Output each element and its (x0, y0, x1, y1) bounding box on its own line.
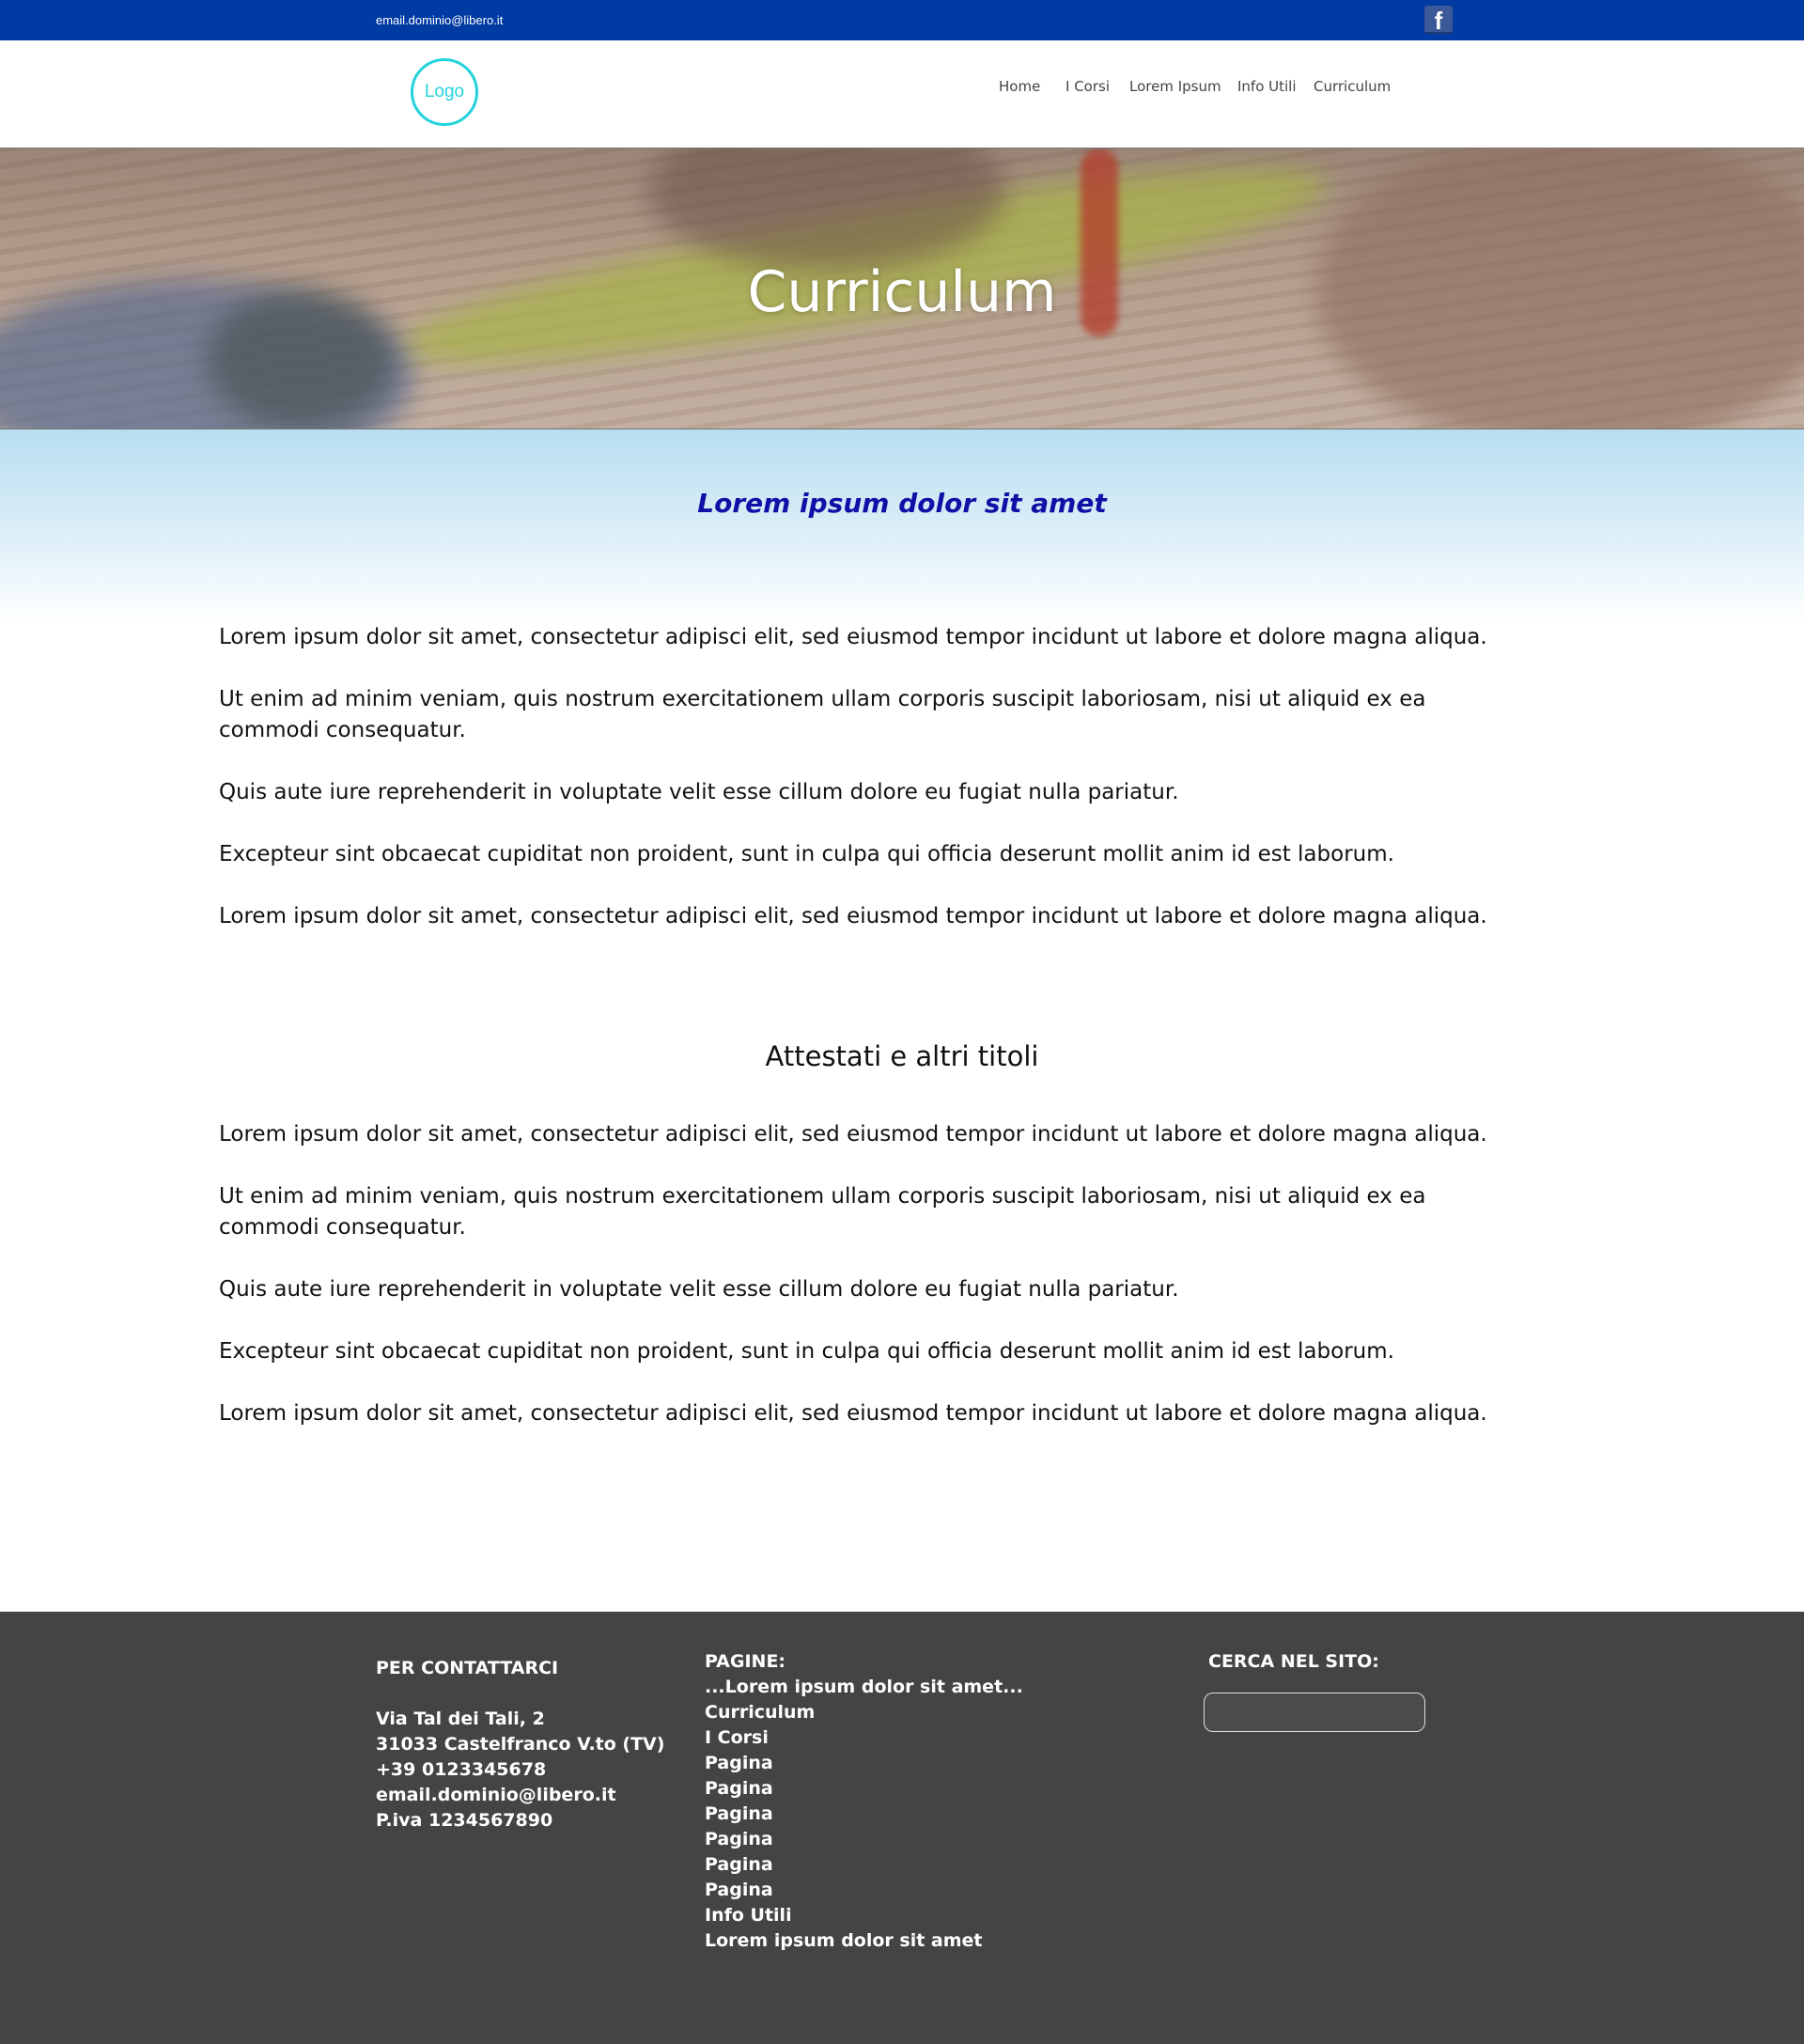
top-bar: email.dominio@libero.it f (0, 0, 1804, 40)
footer-address: Via Tal dei Tali, 2 (376, 1709, 545, 1729)
footer-search-input[interactable] (1204, 1693, 1425, 1732)
intro-text: Lorem ipsum dolor sit amet, consectetur … (219, 622, 1497, 963)
paragraph: Lorem ipsum dolor sit amet, consectetur … (219, 1401, 1487, 1426)
paragraph: Quis aute iure reprehenderit in voluptat… (219, 1277, 1179, 1302)
site-footer: PER CONTATTARCI Via Tal dei Tali, 2 3103… (0, 1612, 1804, 2044)
paragraph: Lorem ipsum dolor sit amet, consectetur … (219, 1122, 1487, 1147)
facebook-icon[interactable]: f (1424, 6, 1453, 35)
site-header: Logo Home I Corsi Lorem Ipsum Info Utili… (0, 40, 1804, 148)
paragraph: Quis aute iure reprehenderit in voluptat… (219, 780, 1179, 804)
hero-title: Curriculum (747, 259, 1057, 325)
paragraph: Lorem ipsum dolor sit amet, consectetur … (219, 625, 1487, 649)
footer-page-link[interactable]: Pagina (705, 1776, 1023, 1802)
footer-vat: P.iva 1234567890 (376, 1810, 553, 1831)
footer-contact-heading: PER CONTATTARCI (376, 1658, 559, 1678)
footer-page-link[interactable]: I Corsi (705, 1725, 1023, 1751)
footer-page-link[interactable]: Pagina (705, 1878, 1023, 1903)
footer-pages: PAGINE: ...Lorem ipsum dolor sit amet...… (705, 1649, 1023, 1954)
footer-page-link[interactable]: ...Lorem ipsum dolor sit amet... (705, 1675, 1023, 1700)
paragraph: Excepteur sint obcaecat cupiditat non pr… (219, 842, 1394, 866)
nav-item-curriculum[interactable]: Curriculum (1314, 78, 1391, 95)
nav-item-lorem-ipsum[interactable]: Lorem Ipsum (1129, 78, 1221, 95)
page-subtitle: Lorem ipsum dolor sit amet (697, 488, 1107, 519)
footer-page-link[interactable]: Pagina (705, 1852, 1023, 1878)
paragraph: Lorem ipsum dolor sit amet, consectetur … (219, 904, 1487, 928)
footer-search-heading: CERCA NEL SITO: (1208, 1651, 1379, 1672)
footer-page-link[interactable]: Curriculum (705, 1700, 1023, 1725)
attestati-text: Lorem ipsum dolor sit amet, consectetur … (219, 1119, 1497, 1460)
logo[interactable]: Logo (411, 58, 478, 126)
paragraph: Excepteur sint obcaecat cupiditat non pr… (219, 1339, 1394, 1364)
paragraph: Ut enim ad minim veniam, quis nostrum ex… (219, 1184, 1426, 1240)
footer-email[interactable]: email.dominio@libero.it (376, 1783, 664, 1808)
footer-page-link[interactable]: Lorem ipsum dolor sit amet (705, 1928, 1023, 1954)
footer-pages-heading: PAGINE: (705, 1651, 786, 1672)
hero-banner: Curriculum (0, 148, 1804, 429)
subtitle-band (0, 429, 1804, 622)
footer-phone[interactable]: +39 0123345678 (376, 1757, 664, 1783)
nav-item-home[interactable]: Home (999, 78, 1040, 95)
logo-text: Logo (424, 82, 465, 101)
footer-contact: PER CONTATTARCI Via Tal dei Tali, 2 3103… (376, 1656, 664, 1833)
footer-city: 31033 Castelfranco V.to (TV) (376, 1734, 665, 1755)
footer-page-link[interactable]: Pagina (705, 1751, 1023, 1776)
footer-page-link[interactable]: Pagina (705, 1827, 1023, 1852)
nav-item-info-utili[interactable]: Info Utili (1237, 78, 1297, 95)
footer-page-link[interactable]: Info Utili (705, 1903, 1023, 1928)
paragraph: Ut enim ad minim veniam, quis nostrum ex… (219, 687, 1426, 742)
footer-page-link[interactable]: Pagina (705, 1802, 1023, 1827)
nav-item-i-corsi[interactable]: I Corsi (1065, 78, 1110, 95)
section-heading: Attestati e altri titoli (765, 1040, 1039, 1072)
topbar-email-link[interactable]: email.dominio@libero.it (376, 13, 503, 27)
